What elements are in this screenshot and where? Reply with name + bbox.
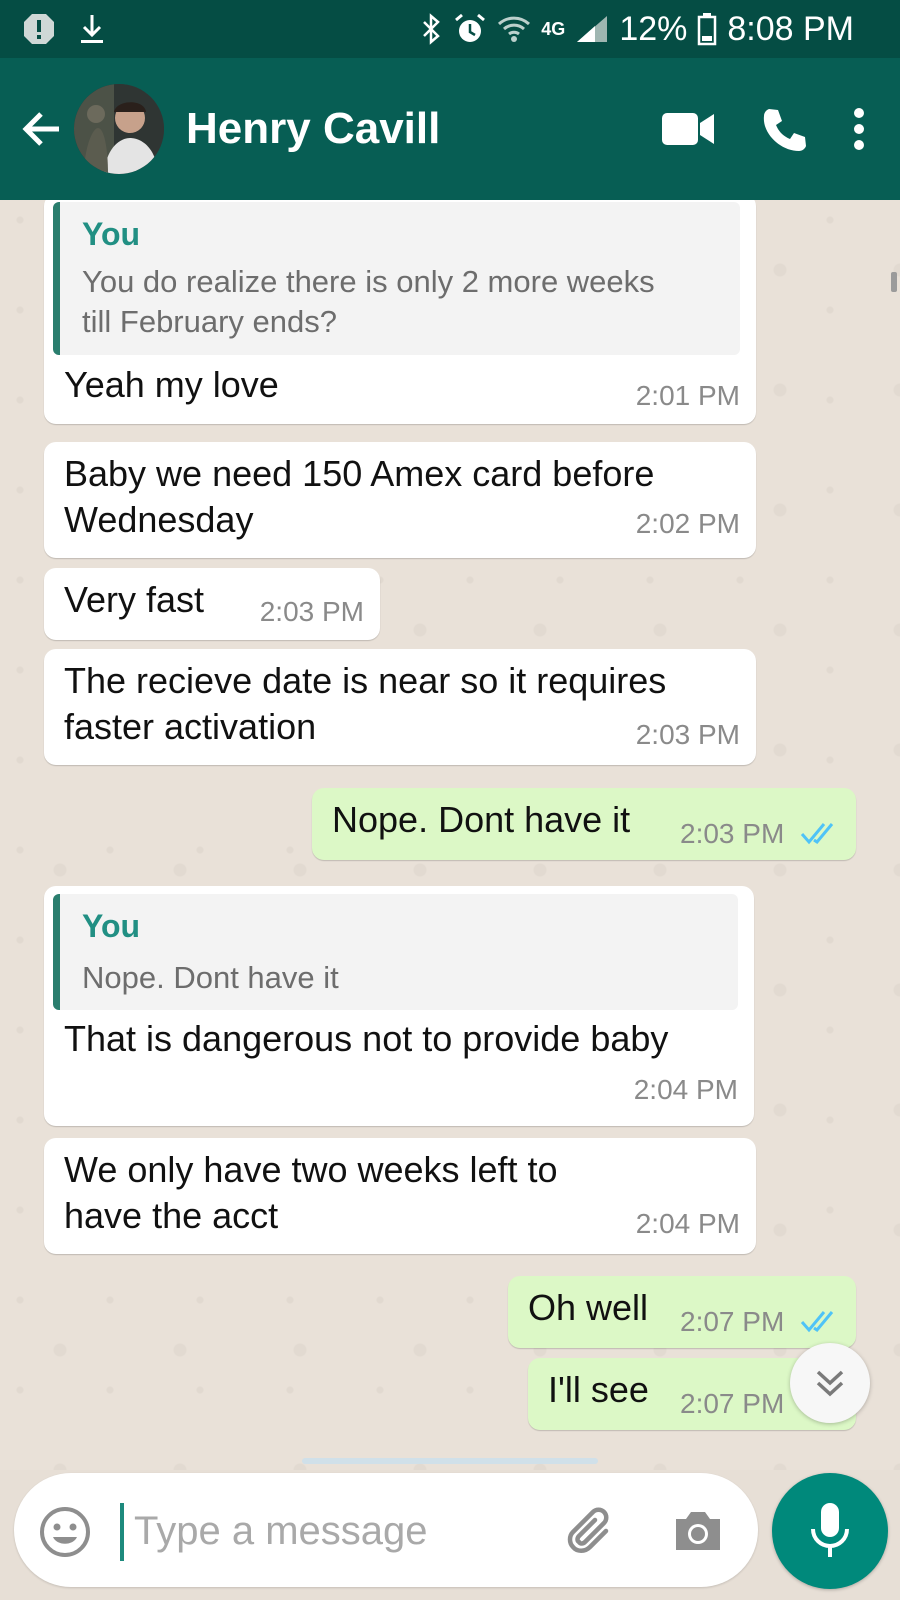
message-time: 2:03 PM bbox=[259, 596, 364, 627]
message-text: We only have two weeks left to have the … bbox=[64, 1149, 558, 1236]
message-time: 2:07 PM bbox=[680, 1306, 785, 1337]
message-time: 2:03 PM bbox=[635, 719, 740, 750]
message-time: 2:04 PM bbox=[633, 1074, 738, 1105]
more-options-button[interactable] bbox=[852, 106, 866, 152]
emoji-icon bbox=[40, 1507, 90, 1557]
message-text: That is dangerous not to provide baby bbox=[64, 1018, 669, 1059]
message-time: 2:07 PM bbox=[680, 1388, 785, 1419]
emoji-button[interactable] bbox=[38, 1505, 92, 1559]
message-list[interactable]: You You do realize there is only 2 more … bbox=[0, 200, 900, 1470]
mic-icon bbox=[811, 1503, 849, 1557]
back-button[interactable] bbox=[12, 100, 70, 158]
message-composer bbox=[14, 1473, 758, 1587]
message-text: Oh well bbox=[528, 1287, 649, 1328]
attach-icon bbox=[567, 1507, 609, 1553]
quote-author: You bbox=[82, 908, 141, 944]
voice-message-button[interactable] bbox=[772, 1473, 888, 1589]
quote-author: You bbox=[82, 216, 141, 252]
message-text: Baby we need 150 Amex card before Wednes… bbox=[64, 453, 655, 540]
battery-icon bbox=[697, 12, 717, 46]
network-type: 4G bbox=[541, 18, 566, 39]
scroll-down-icon bbox=[816, 1370, 844, 1397]
message-incoming[interactable]: You Nope. Dont have it That is dangerous… bbox=[44, 886, 754, 1126]
alert-icon bbox=[22, 12, 56, 46]
message-incoming[interactable]: The recieve date is near so it requires … bbox=[44, 649, 756, 765]
scroll-indicator bbox=[891, 272, 897, 292]
avatar[interactable] bbox=[74, 84, 164, 174]
read-ticks-icon bbox=[800, 823, 834, 845]
message-incoming[interactable]: You You do realize there is only 2 more … bbox=[44, 200, 756, 424]
message-time: 2:01 PM bbox=[635, 380, 740, 411]
message-incoming[interactable]: Baby we need 150 Amex card before Wednes… bbox=[44, 442, 756, 558]
text-caret bbox=[120, 1503, 124, 1561]
video-call-icon bbox=[662, 113, 714, 145]
quoted-message[interactable]: You You do realize there is only 2 more … bbox=[53, 202, 740, 355]
message-incoming[interactable]: Very fast 2:03 PM bbox=[44, 568, 380, 640]
message-text: Very fast bbox=[64, 579, 205, 620]
scroll-to-bottom-button[interactable] bbox=[790, 1343, 870, 1423]
message-text: Yeah my love bbox=[64, 364, 279, 405]
clock: 8:08 PM bbox=[727, 9, 854, 48]
quote-text: Nope. Dont have it bbox=[82, 960, 339, 995]
voice-call-button[interactable] bbox=[760, 105, 808, 153]
video-call-button[interactable] bbox=[662, 111, 716, 147]
camera-button[interactable] bbox=[672, 1505, 724, 1557]
back-arrow-icon bbox=[22, 112, 59, 146]
message-time: 2:04 PM bbox=[635, 1208, 740, 1239]
chat-header: Henry Cavill bbox=[0, 58, 900, 200]
status-bar: 4G 12% 8:08 PM bbox=[0, 0, 900, 58]
bluetooth-icon bbox=[421, 12, 443, 46]
alarm-icon bbox=[453, 12, 487, 46]
attach-button[interactable] bbox=[562, 1503, 618, 1559]
battery-percent: 12% bbox=[619, 9, 688, 48]
phone-icon bbox=[763, 109, 806, 151]
download-icon bbox=[78, 12, 106, 46]
quote-text: You do realize there is only 2 more week… bbox=[82, 264, 655, 339]
camera-icon bbox=[676, 1512, 720, 1550]
wifi-icon bbox=[497, 14, 531, 44]
message-incoming[interactable]: We only have two weeks left to have the … bbox=[44, 1138, 756, 1254]
message-text: Nope. Dont have it bbox=[332, 799, 631, 840]
message-input[interactable] bbox=[132, 1495, 436, 1567]
message-time: 2:03 PM bbox=[680, 818, 785, 849]
message-outgoing[interactable]: Nope. Dont have it 2:03 PM bbox=[312, 788, 856, 860]
read-ticks-icon bbox=[800, 1311, 834, 1333]
gesture-bar bbox=[302, 1458, 598, 1464]
quoted-message[interactable]: You Nope. Dont have it bbox=[53, 894, 738, 1010]
more-vert-icon bbox=[854, 108, 864, 150]
contact-name[interactable]: Henry Cavill bbox=[186, 104, 440, 154]
message-text: The recieve date is near so it requires … bbox=[64, 660, 667, 747]
message-outgoing[interactable]: Oh well 2:07 PM bbox=[508, 1276, 856, 1348]
signal-icon bbox=[575, 14, 609, 44]
message-time: 2:02 PM bbox=[635, 508, 740, 539]
message-text: I'll see bbox=[548, 1369, 649, 1410]
